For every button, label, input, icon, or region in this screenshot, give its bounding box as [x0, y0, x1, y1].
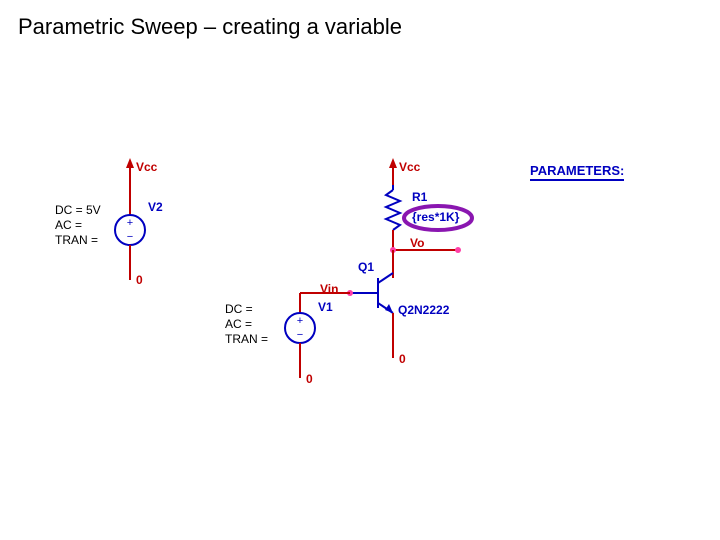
arrow-vcc-left [126, 158, 134, 168]
transistor-q1 [350, 273, 393, 313]
label-vo: Vo [410, 236, 424, 252]
parameters-header: PARAMETERS: [530, 163, 624, 181]
label-src1-dc: DC = 5V [55, 203, 101, 219]
vsrc-plus-v1: + [297, 315, 303, 327]
label-src2-ac: AC = [225, 317, 252, 333]
arrow-vcc-right [389, 158, 397, 168]
label-vcc-right: Vcc [399, 160, 420, 176]
vsrc-minus-v1: − [297, 329, 303, 341]
label-r1-value: {res*1K} [412, 210, 459, 226]
label-src1-ac: AC = [55, 218, 82, 234]
vsrc-plus-v2: + [127, 217, 133, 229]
resistor-r1 [386, 190, 400, 230]
label-zero1: 0 [136, 273, 143, 289]
label-q2n2222: Q2N2222 [398, 303, 449, 319]
label-q1: Q1 [358, 260, 374, 276]
node-vo-end [455, 247, 461, 253]
label-zero3: 0 [399, 352, 406, 368]
label-zero2: 0 [306, 372, 313, 388]
label-vcc-left: Vcc [136, 160, 157, 176]
label-vin: Vin [320, 282, 338, 298]
label-v2: V2 [148, 200, 163, 216]
label-r1: R1 [412, 190, 427, 206]
vsrc-minus-v2: − [127, 231, 133, 243]
label-src2-dc: DC = [225, 302, 253, 318]
label-src1-tran: TRAN = [55, 233, 98, 249]
label-v1: V1 [318, 300, 333, 316]
label-src2-tran: TRAN = [225, 332, 268, 348]
